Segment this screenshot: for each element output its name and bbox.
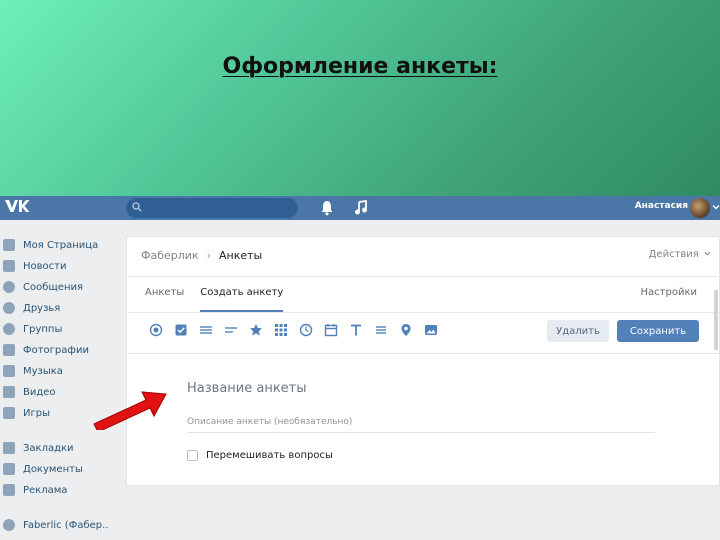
document-icon — [3, 463, 15, 475]
friends-icon — [3, 302, 15, 314]
chevron-down-icon[interactable] — [712, 203, 720, 211]
music-icon — [3, 365, 15, 377]
calendar-icon[interactable] — [324, 323, 338, 337]
user-name[interactable]: Анастасия — [612, 201, 688, 211]
text-lines-icon[interactable] — [224, 323, 238, 337]
sidebar-item-groups[interactable]: Группы — [0, 320, 122, 338]
bell-icon[interactable] — [320, 200, 334, 216]
sidebar-item-label: Моя Страница — [23, 239, 99, 251]
sidebar-item-documents[interactable]: Документы — [0, 460, 122, 478]
sidebar-item-label: Новости — [23, 260, 67, 272]
scrollbar[interactable] — [714, 290, 718, 350]
sidebar-item-friends[interactable]: Друзья — [0, 299, 122, 317]
divider — [127, 312, 720, 313]
vk-logo-icon — [5, 200, 30, 212]
sidebar-item-label: Видео — [23, 386, 56, 398]
sidebar-item-label: Сообщения — [23, 281, 84, 293]
tab-polls[interactable]: Анкеты — [145, 287, 184, 312]
shuffle-checkbox[interactable] — [187, 450, 198, 461]
vk-logo[interactable] — [4, 198, 30, 218]
music-icon[interactable] — [354, 200, 368, 216]
settings-link[interactable]: Настройки — [641, 287, 697, 298]
sidebar-item-label: Фотографии — [23, 344, 89, 356]
search-input[interactable] — [126, 198, 298, 218]
radio-icon[interactable] — [149, 323, 163, 337]
breadcrumb-separator: › — [206, 249, 211, 262]
messages-icon — [3, 281, 15, 293]
sidebar-item-photos[interactable]: Фотографии — [0, 341, 122, 359]
shuffle-label: Перемешивать вопросы — [206, 450, 333, 461]
star-rating-icon[interactable] — [249, 323, 263, 337]
sidebar-item-label: Faberlic (Фабер.. — [23, 519, 109, 531]
sidebar-item-label: Группы — [23, 323, 63, 335]
megaphone-icon — [3, 484, 15, 496]
news-icon — [3, 260, 15, 272]
actions-dropdown[interactable]: Действия — [649, 249, 711, 260]
sidebar-item-label: Реклама — [23, 484, 68, 496]
group-icon — [3, 519, 15, 531]
chevron-down-icon — [704, 251, 711, 256]
divider — [127, 276, 720, 277]
checkbox-icon[interactable] — [174, 323, 188, 337]
shuffle-questions-option[interactable]: Перемешивать вопросы — [187, 450, 333, 461]
avatar[interactable] — [690, 198, 710, 218]
description-underline — [187, 432, 655, 433]
sidebar-item-label: Музыка — [23, 365, 63, 377]
save-button[interactable]: Сохранить — [617, 320, 699, 342]
grid-icon[interactable] — [274, 323, 288, 337]
search-icon — [132, 202, 142, 212]
sidebar-item-news[interactable]: Новости — [0, 257, 122, 275]
list-icon[interactable] — [199, 323, 213, 337]
breadcrumb: Фаберлик › Анкеты — [141, 249, 262, 262]
camera-icon — [3, 344, 15, 356]
clock-icon[interactable] — [299, 323, 313, 337]
question-type-toolbar — [149, 323, 449, 337]
tab-create-poll[interactable]: Создать анкету — [200, 287, 284, 312]
sidebar-item-label: Закладки — [23, 442, 74, 454]
image-icon[interactable] — [424, 323, 438, 337]
actions-label: Действия — [648, 249, 699, 260]
poll-description-input[interactable]: Описание анкеты (необязательно) — [187, 417, 352, 427]
main-card: Фаберлик › Анкеты Действия Анкеты Создат… — [126, 236, 720, 486]
slide-title: Оформление анкеты: — [222, 54, 498, 79]
tabs: Анкеты Создать анкету — [145, 287, 299, 312]
delete-button[interactable]: Удалить — [547, 320, 609, 342]
breadcrumb-current: Анкеты — [218, 249, 263, 262]
text-t-icon[interactable] — [349, 323, 363, 337]
star-icon — [3, 442, 15, 454]
games-icon — [3, 407, 15, 419]
location-pin-icon[interactable] — [399, 323, 413, 337]
sidebar-item-faberlic[interactable]: Faberlic (Фабер.. — [0, 516, 122, 534]
sidebar-item-music[interactable]: Музыка — [0, 362, 122, 380]
sidebar-item-label: Игры — [23, 407, 50, 419]
home-icon — [3, 239, 15, 251]
video-icon — [3, 386, 15, 398]
red-arrow-annotation — [93, 391, 167, 430]
sidebar-item-label: Документы — [23, 463, 83, 475]
sidebar-item-label: Друзья — [23, 302, 61, 314]
sidebar-item-ads[interactable]: Реклама — [0, 481, 122, 499]
vk-header: Анастасия — [0, 196, 720, 220]
groups-icon — [3, 323, 15, 335]
slide-background — [0, 0, 720, 198]
sidebar-item-my-page[interactable]: Моя Страница — [0, 236, 122, 254]
divider — [127, 353, 720, 354]
sidebar-item-messages[interactable]: Сообщения — [0, 278, 122, 296]
poll-title-input[interactable]: Название анкеты — [187, 381, 307, 396]
sidebar-item-bookmarks[interactable]: Закладки — [0, 439, 122, 457]
equals-icon[interactable] — [374, 323, 388, 337]
breadcrumb-parent[interactable]: Фаберлик — [141, 249, 199, 262]
